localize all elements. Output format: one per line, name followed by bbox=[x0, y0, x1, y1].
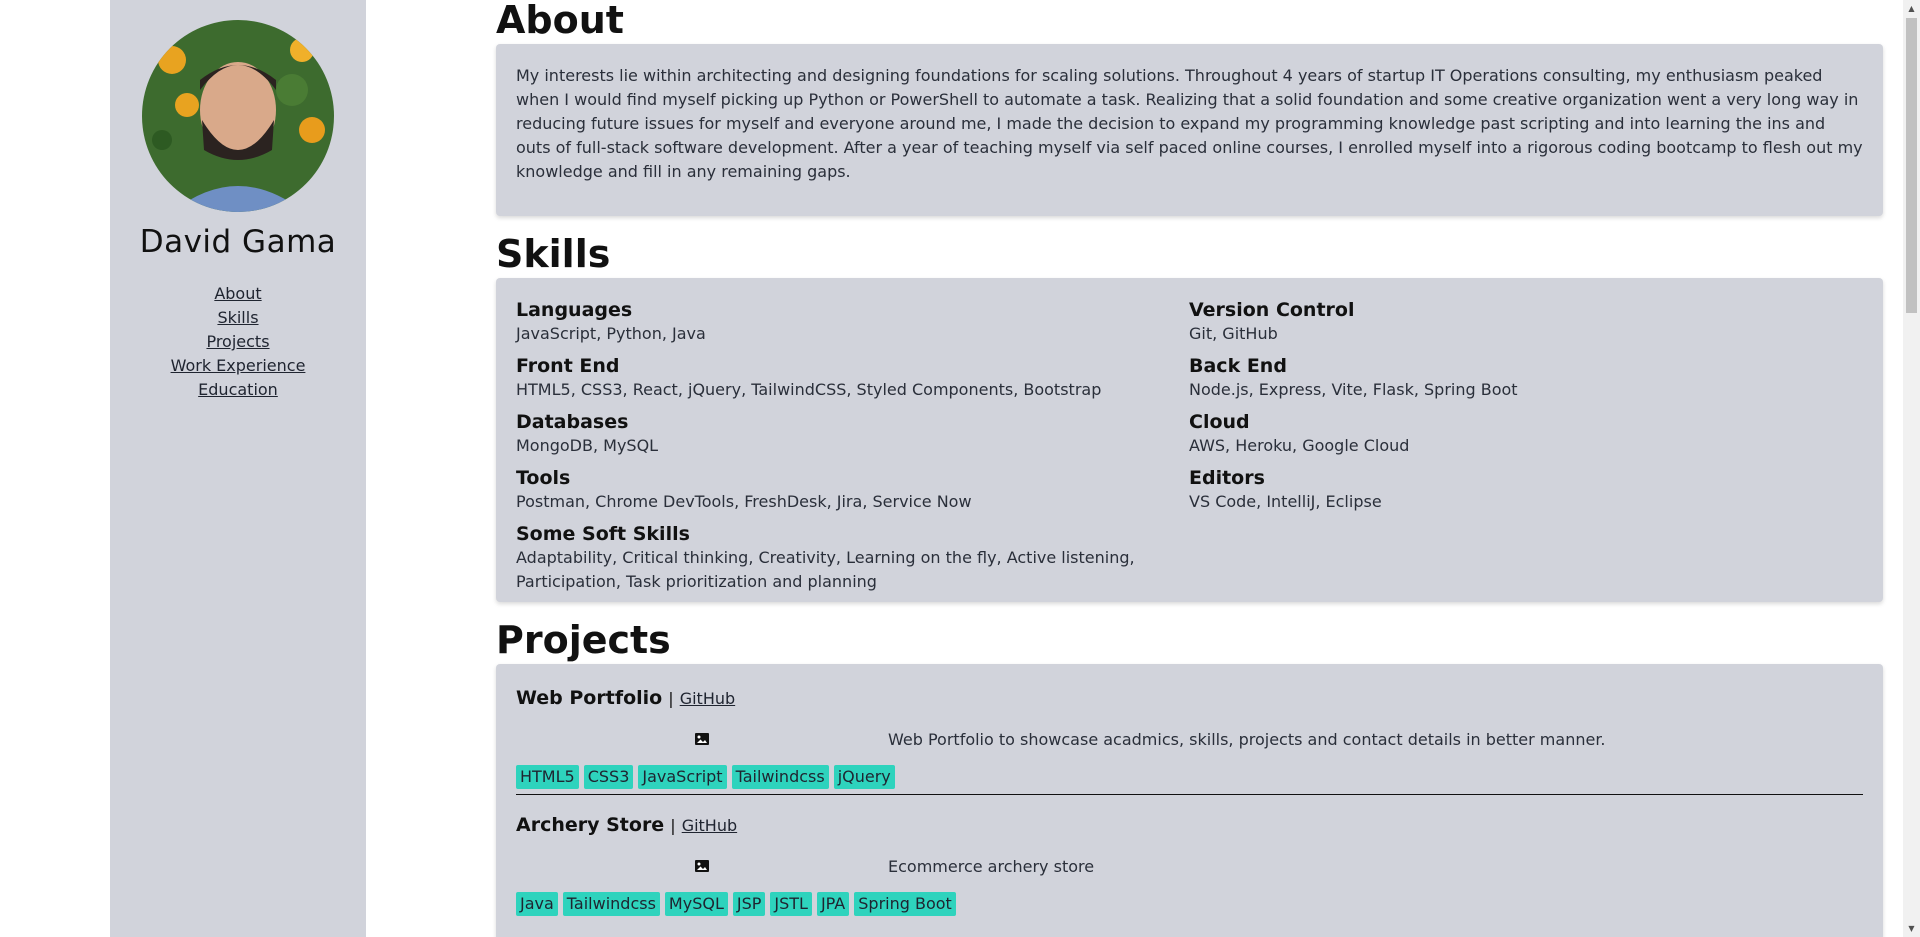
skill-group: Front End HTML5, CSS3, React, jQuery, Ta… bbox=[516, 354, 1189, 402]
nav-link-work-experience[interactable]: Work Experience bbox=[171, 354, 306, 378]
scroll-thumb[interactable] bbox=[1906, 18, 1917, 313]
skill-items: Git, GitHub bbox=[1189, 324, 1278, 343]
tech-tag: JPA bbox=[816, 892, 850, 916]
skill-items: AWS, Heroku, Google Cloud bbox=[1189, 436, 1410, 455]
github-link[interactable]: GitHub bbox=[680, 689, 735, 708]
tech-tag: MySQL bbox=[664, 892, 728, 916]
project-name: Web Portfolio bbox=[516, 687, 663, 709]
skill-category: Languages bbox=[516, 299, 633, 321]
skill-group: Languages JavaScript, Python, Java bbox=[516, 298, 1189, 346]
project-image bbox=[516, 731, 888, 747]
project-item: Web Portfolio | GitHub Web Portfolio to … bbox=[516, 684, 1863, 795]
skills-grid: Languages JavaScript, Python, Java Front… bbox=[516, 298, 1863, 602]
nav-link-education[interactable]: Education bbox=[198, 378, 278, 402]
tech-tag: Spring Boot bbox=[854, 892, 956, 916]
skills-column-right: Version Control Git, GitHub Back End Nod… bbox=[1189, 298, 1862, 602]
project-tags: Java Tailwindcss MySQL JSP JSTL JPA Spri… bbox=[516, 892, 1863, 916]
about-heading: About bbox=[496, 0, 624, 42]
about-card: My interests lie within architecting and… bbox=[496, 44, 1883, 216]
github-link[interactable]: GitHub bbox=[682, 816, 737, 835]
main-content: About My interests lie within architecti… bbox=[496, 0, 1883, 937]
tech-tag: HTML5 bbox=[516, 765, 579, 789]
project-description: Web Portfolio to showcase acadmics, skil… bbox=[888, 729, 1606, 749]
tech-tag: Tailwindcss bbox=[731, 765, 829, 789]
skill-group: Databases MongoDB, MySQL bbox=[516, 410, 1189, 458]
tech-tag: JSP bbox=[732, 892, 766, 916]
project-description: Ecommerce archery store bbox=[888, 856, 1095, 876]
skill-group: Cloud AWS, Heroku, Google Cloud bbox=[1189, 410, 1862, 458]
skill-category: Databases bbox=[516, 411, 629, 433]
project-row: Ecommerce archery store bbox=[516, 844, 1863, 888]
avatar-photo bbox=[142, 20, 334, 212]
project-header: Web Portfolio | GitHub bbox=[516, 684, 1863, 713]
skill-items: MongoDB, MySQL bbox=[516, 436, 659, 455]
skill-items: VS Code, IntelliJ, Eclipse bbox=[1189, 492, 1382, 511]
project-item: Archery Store | GitHub Ecommerce archery… bbox=[516, 811, 1863, 916]
tech-tag: JavaScript bbox=[638, 765, 727, 789]
image-icon bbox=[695, 733, 709, 745]
projects-heading: Projects bbox=[496, 618, 671, 662]
project-header: Archery Store | GitHub bbox=[516, 811, 1863, 840]
projects-card: Web Portfolio | GitHub Web Portfolio to … bbox=[496, 664, 1883, 937]
skill-group: Back End Node.js, Express, Vite, Flask, … bbox=[1189, 354, 1862, 402]
profile-name: David Gama bbox=[139, 224, 337, 260]
skill-items: Adaptability, Critical thinking, Creativ… bbox=[516, 548, 1135, 591]
skills-heading: Skills bbox=[496, 232, 611, 276]
tech-tag: jQuery bbox=[833, 765, 895, 789]
skill-items: Node.js, Express, Vite, Flask, Spring Bo… bbox=[1189, 380, 1518, 399]
skill-category: Cloud bbox=[1189, 411, 1250, 433]
project-tags: HTML5 CSS3 JavaScript Tailwindcss jQuery bbox=[516, 765, 1863, 789]
skill-category: Version Control bbox=[1189, 299, 1355, 321]
skill-group: Version Control Git, GitHub bbox=[1189, 298, 1862, 346]
avatar bbox=[142, 20, 334, 212]
nav-link-skills[interactable]: Skills bbox=[217, 306, 258, 330]
skill-items: HTML5, CSS3, React, jQuery, TailwindCSS,… bbox=[516, 380, 1102, 399]
scroll-down-icon[interactable]: ▼ bbox=[1903, 920, 1920, 937]
tech-tag: CSS3 bbox=[583, 765, 634, 789]
separator: | bbox=[670, 816, 676, 835]
skill-category: Some Soft Skills bbox=[516, 523, 690, 545]
project-image bbox=[516, 858, 888, 874]
project-name: Archery Store bbox=[516, 814, 665, 836]
skill-items: JavaScript, Python, Java bbox=[516, 324, 706, 343]
tech-tag: Java bbox=[516, 892, 558, 916]
divider bbox=[516, 794, 1863, 795]
skill-group: Tools Postman, Chrome DevTools, FreshDes… bbox=[516, 466, 1189, 514]
skills-card: Languages JavaScript, Python, Java Front… bbox=[496, 278, 1883, 602]
nav-link-projects[interactable]: Projects bbox=[206, 330, 269, 354]
skill-category: Tools bbox=[516, 467, 571, 489]
skill-category: Front End bbox=[516, 355, 620, 377]
skill-group: Editors VS Code, IntelliJ, Eclipse bbox=[1189, 466, 1862, 514]
skill-category: Editors bbox=[1189, 467, 1265, 489]
skill-group: Some Soft Skills Adaptability, Critical … bbox=[516, 522, 1189, 594]
vertical-scrollbar[interactable]: ▲ ▼ bbox=[1903, 0, 1920, 937]
sidebar-nav: About Skills Projects Work Experience Ed… bbox=[171, 282, 306, 402]
skill-items: Postman, Chrome DevTools, FreshDesk, Jir… bbox=[516, 492, 972, 511]
about-text: My interests lie within architecting and… bbox=[516, 66, 1863, 181]
skills-column-left: Languages JavaScript, Python, Java Front… bbox=[516, 298, 1189, 602]
scroll-up-icon[interactable]: ▲ bbox=[1903, 0, 1920, 17]
nav-link-about[interactable]: About bbox=[214, 282, 261, 306]
separator: | bbox=[668, 689, 674, 708]
image-icon bbox=[695, 860, 709, 872]
project-row: Web Portfolio to showcase acadmics, skil… bbox=[516, 717, 1863, 761]
tech-tag: Tailwindcss bbox=[562, 892, 660, 916]
tech-tag: JSTL bbox=[770, 892, 812, 916]
sidebar: David Gama About Skills Projects Work Ex… bbox=[110, 0, 366, 937]
skill-category: Back End bbox=[1189, 355, 1287, 377]
